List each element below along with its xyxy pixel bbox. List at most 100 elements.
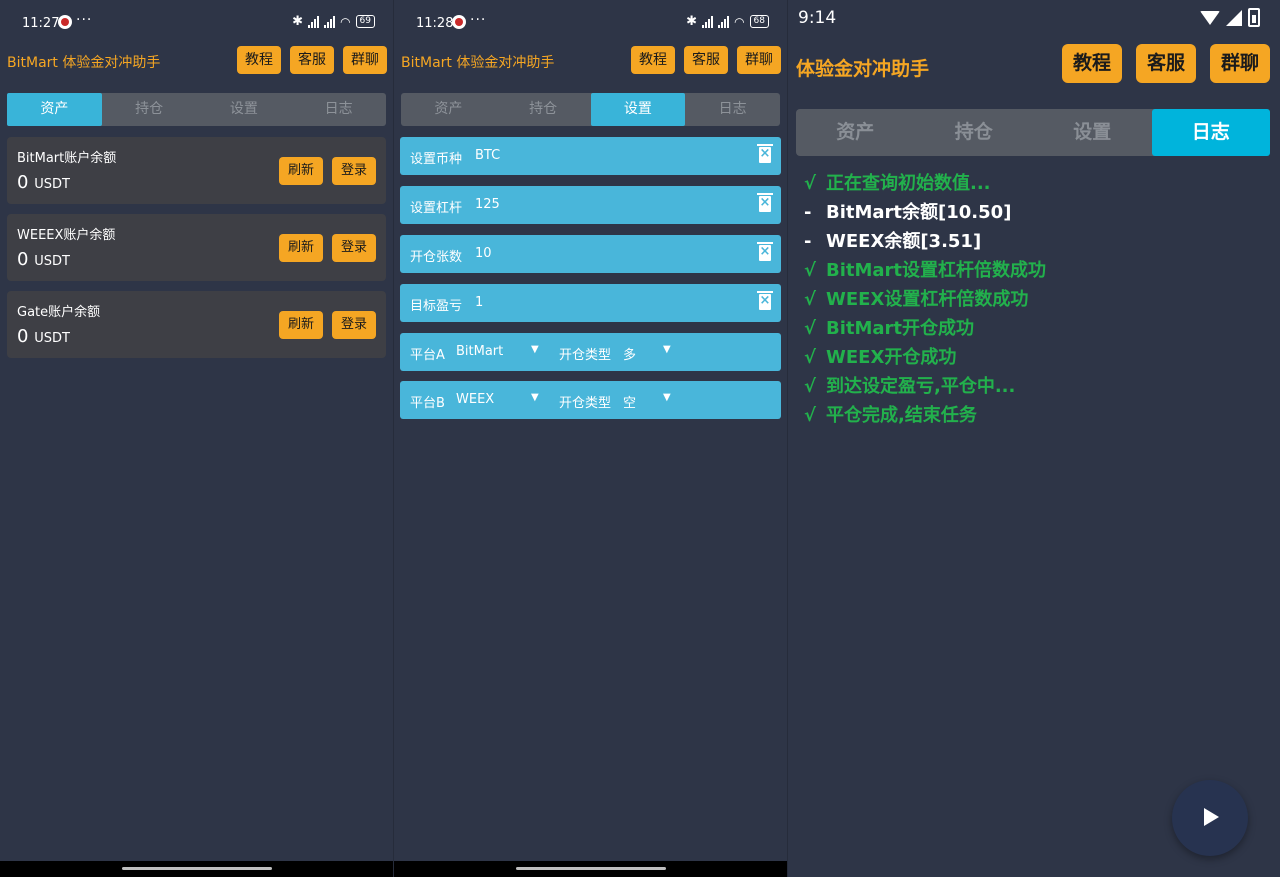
tab-positions[interactable]: 持仓 — [496, 93, 591, 126]
dropdown-arrow-icon[interactable]: ▼ — [663, 392, 671, 403]
tab-positions[interactable]: 持仓 — [102, 93, 197, 126]
tutorial-button[interactable]: 教程 — [237, 46, 281, 74]
signal-icon-2 — [718, 15, 730, 28]
account-title: WEEEX账户余额 — [17, 228, 116, 243]
account-card-bitmart: BitMart账户余额 0 USDT 刷新 登录 — [7, 137, 386, 204]
tab-settings[interactable]: 设置 — [1033, 109, 1152, 156]
login-button[interactable]: 登录 — [332, 234, 376, 262]
notification-avatar-icon — [58, 15, 72, 29]
group-chat-button[interactable]: 群聊 — [1210, 44, 1270, 83]
tutorial-button[interactable]: 教程 — [1062, 44, 1122, 83]
status-time: 11:27 — [22, 16, 60, 31]
setting-value[interactable]: BTC — [475, 148, 500, 163]
platform-select[interactable]: BitMart — [456, 344, 503, 359]
setting-coin-row[interactable]: 设置币种 BTC — [400, 137, 781, 175]
check-icon: √ — [804, 376, 817, 397]
header-buttons: 教程 客服 群聊 — [631, 46, 781, 74]
log-entry: √ 正在查询初始数值... — [804, 172, 1046, 201]
tab-assets[interactable]: 资产 — [7, 93, 102, 126]
home-indicator[interactable] — [515, 867, 666, 870]
screen-assets: 11:27 ··· ✱ ◠ 69 BitMart 体验金对冲助手 教程 客服 群… — [0, 0, 393, 877]
group-chat-button[interactable]: 群聊 — [343, 46, 387, 74]
tab-settings[interactable]: 设置 — [590, 93, 686, 126]
platform-select[interactable]: WEEX — [456, 392, 494, 407]
login-button[interactable]: 登录 — [332, 311, 376, 339]
setting-value[interactable]: 1 — [475, 295, 483, 310]
status-icons: ✱ ◠ 69 — [292, 14, 375, 29]
tab-assets[interactable]: 资产 — [796, 109, 915, 156]
screen-settings: 11:28 ··· ✱ ◠ 68 BitMart 体验金对冲助手 教程 客服 群… — [394, 0, 787, 877]
log-text: BitMart开仓成功 — [826, 318, 975, 339]
notification-avatar-icon — [452, 15, 466, 29]
log-entry: √ BitMart开仓成功 — [804, 317, 1046, 346]
log-entry: - WEEX余额[3.51] — [804, 230, 1046, 259]
tutorial-button[interactable]: 教程 — [631, 46, 675, 74]
account-balance: 0 USDT — [17, 249, 70, 270]
account-card-gate: Gate账户余额 0 USDT 刷新 登录 — [7, 291, 386, 358]
check-icon: √ — [804, 260, 817, 281]
refresh-button[interactable]: 刷新 — [279, 311, 323, 339]
refresh-button[interactable]: 刷新 — [279, 234, 323, 262]
order-type-select[interactable]: 空 — [623, 392, 636, 411]
dropdown-arrow-icon[interactable]: ▼ — [531, 344, 539, 355]
setting-label: 开仓张数 — [410, 250, 463, 265]
tab-log[interactable]: 日志 — [291, 93, 386, 126]
tab-bar: 资产 持仓 设置 日志 — [796, 109, 1270, 156]
tab-positions[interactable]: 持仓 — [915, 109, 1034, 156]
tab-settings[interactable]: 设置 — [197, 93, 292, 126]
status-icons: ✱ ◠ 68 — [686, 14, 769, 29]
setting-label: 设置杠杆 — [410, 201, 463, 216]
setting-label: 目标盈亏 — [410, 299, 463, 314]
platform-label: 平台B — [410, 396, 445, 411]
app-title: BitMart 体验金对冲助手 — [7, 55, 161, 71]
delete-icon[interactable] — [757, 144, 773, 163]
dash-icon: - — [804, 231, 812, 252]
dropdown-arrow-icon[interactable]: ▼ — [663, 344, 671, 355]
setting-leverage-row[interactable]: 设置杠杆 125 — [400, 186, 781, 224]
home-indicator[interactable] — [121, 867, 272, 870]
support-button[interactable]: 客服 — [684, 46, 728, 74]
bluetooth-icon: ✱ — [292, 14, 304, 29]
tab-log[interactable]: 日志 — [685, 93, 780, 126]
support-button[interactable]: 客服 — [1136, 44, 1196, 83]
dropdown-arrow-icon[interactable]: ▼ — [531, 392, 539, 403]
setting-contracts-row[interactable]: 开仓张数 10 — [400, 235, 781, 273]
delete-icon[interactable] — [757, 291, 773, 310]
battery-icon: 69 — [355, 15, 375, 28]
log-text: 正在查询初始数值... — [826, 173, 991, 194]
log-list: √ 正在查询初始数值... - BitMart余额[10.50] - WEEX余额[3… — [804, 172, 1046, 433]
check-icon: √ — [804, 347, 817, 368]
log-text: WEEX余额[3.51] — [826, 231, 982, 252]
app-title: BitMart 体验金对冲助手 — [401, 55, 555, 71]
account-actions: 刷新 登录 — [279, 157, 376, 185]
navigation-bar — [0, 861, 393, 877]
tab-assets[interactable]: 资产 — [401, 93, 496, 126]
status-bar: 11:28 ··· ✱ ◠ 68 — [394, 0, 787, 46]
balance-value: 0 — [17, 172, 29, 193]
setting-value[interactable]: 125 — [475, 197, 500, 212]
account-actions: 刷新 登录 — [279, 234, 376, 262]
screen-log: 9:14 体验金对冲助手 教程 客服 群聊 资产 持仓 设置 日志 √ 正在查询初… — [788, 0, 1280, 877]
log-text: WEEX开仓成功 — [826, 347, 957, 368]
balance-unit: USDT — [34, 331, 70, 346]
delete-icon[interactable] — [757, 242, 773, 261]
tab-bar: 资产 持仓 设置 日志 — [401, 93, 780, 126]
setting-label: 设置币种 — [410, 152, 463, 167]
wifi-icon — [1200, 10, 1220, 25]
check-icon: √ — [804, 289, 817, 310]
order-type-select[interactable]: 多 — [623, 344, 636, 363]
setting-target-pnl-row[interactable]: 目标盈亏 1 — [400, 284, 781, 322]
setting-value[interactable]: 10 — [475, 246, 492, 261]
log-entry: √ WEEX设置杠杆倍数成功 — [804, 288, 1046, 317]
group-chat-button[interactable]: 群聊 — [737, 46, 781, 74]
support-button[interactable]: 客服 — [290, 46, 334, 74]
log-entry: √ BitMart设置杠杆倍数成功 — [804, 259, 1046, 288]
tab-log[interactable]: 日志 — [1151, 109, 1270, 156]
start-fab-button[interactable] — [1172, 780, 1248, 856]
header-buttons: 教程 客服 群聊 — [1062, 44, 1270, 83]
refresh-button[interactable]: 刷新 — [279, 157, 323, 185]
app-title: 体验金对冲助手 — [796, 58, 930, 80]
login-button[interactable]: 登录 — [332, 157, 376, 185]
platform-a-row: 平台A BitMart ▼ 开仓类型 多 ▼ — [400, 333, 781, 371]
delete-icon[interactable] — [757, 193, 773, 212]
